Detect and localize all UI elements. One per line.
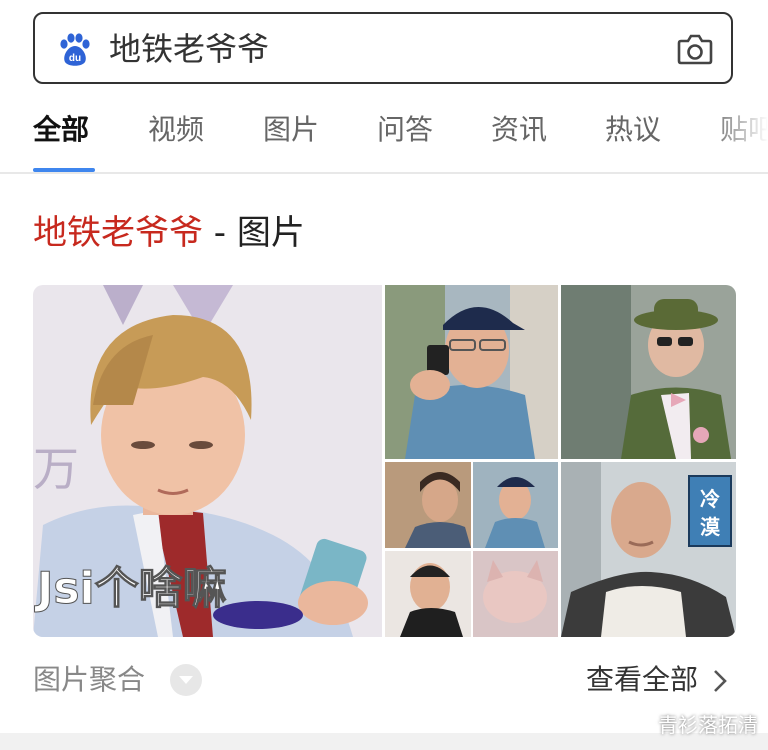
view-all-link[interactable]: 查看全部 bbox=[586, 660, 698, 700]
camera-icon[interactable] bbox=[677, 33, 713, 65]
meme-caption: Jsi个啥嘛 bbox=[34, 563, 227, 614]
tab-images[interactable]: 图片 bbox=[263, 110, 319, 150]
old-man-hat-illustration bbox=[561, 285, 736, 459]
image-grid: 万 Jsi个啥嘛 冷 漠 bbox=[33, 285, 736, 637]
svg-text:du: du bbox=[69, 53, 81, 64]
tab-qa[interactable]: 问答 bbox=[377, 110, 433, 150]
search-bar[interactable]: du 地铁老爷爷 bbox=[33, 12, 733, 84]
image-large-meme[interactable]: 万 Jsi个啥嘛 bbox=[33, 285, 382, 637]
bottom-divider bbox=[0, 733, 768, 750]
image-aggregate-label[interactable]: 图片聚合 bbox=[33, 660, 145, 700]
chevron-right-icon[interactable] bbox=[710, 668, 730, 694]
sticker-char-2: 漠 bbox=[700, 515, 721, 539]
image-old-man-cap[interactable] bbox=[385, 285, 558, 459]
tab-overflow-fade bbox=[708, 100, 768, 170]
tab-discussion[interactable]: 热议 bbox=[605, 110, 661, 150]
image-collage[interactable] bbox=[385, 462, 558, 637]
tab-divider bbox=[0, 172, 768, 174]
result-title[interactable]: 地铁老爷爷 - 图片 bbox=[33, 210, 305, 256]
tab-news[interactable]: 资讯 bbox=[491, 110, 547, 150]
collage-illustration bbox=[385, 462, 558, 637]
bald-man-illustration: 冷 漠 bbox=[561, 462, 736, 637]
tab-video[interactable]: 视频 bbox=[148, 110, 204, 150]
search-input[interactable]: 地铁老爷爷 bbox=[109, 28, 269, 70]
watermark: 青衫落拓清 bbox=[658, 713, 758, 737]
svg-text:万: 万 bbox=[33, 442, 79, 496]
result-title-keyword: 地铁老爷爷 bbox=[33, 213, 203, 253]
tab-bar: 全部 视频 图片 问答 资讯 热议 贴吧 bbox=[0, 100, 768, 172]
meme-illustration: 万 Jsi个啥嘛 bbox=[33, 285, 382, 637]
image-old-man-hat[interactable] bbox=[561, 285, 736, 459]
sticker-char-1: 冷 bbox=[700, 487, 720, 511]
old-man-cap-illustration bbox=[385, 285, 558, 459]
baidu-paw-icon: du bbox=[60, 33, 90, 66]
result-title-suffix: - 图片 bbox=[203, 213, 305, 253]
image-bald-man[interactable]: 冷 漠 bbox=[561, 462, 736, 637]
tab-all[interactable]: 全部 bbox=[33, 110, 89, 150]
chevron-down-icon[interactable] bbox=[170, 664, 202, 696]
